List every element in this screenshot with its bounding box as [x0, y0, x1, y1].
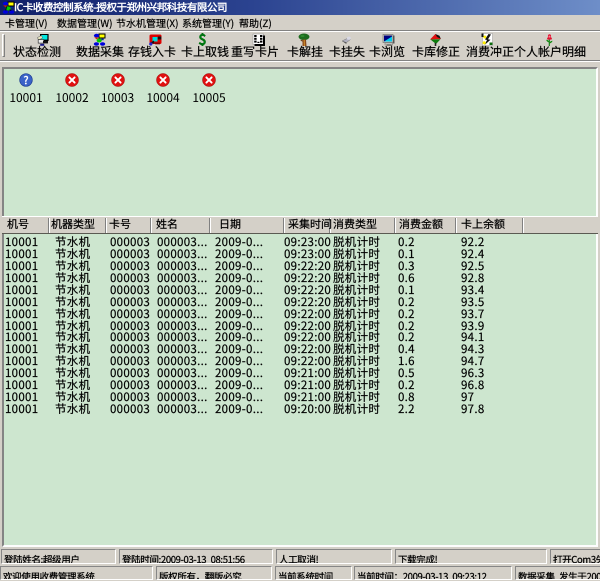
- svg-text:?: ?: [24, 73, 29, 87]
- svg-text:$: $: [199, 33, 207, 46]
